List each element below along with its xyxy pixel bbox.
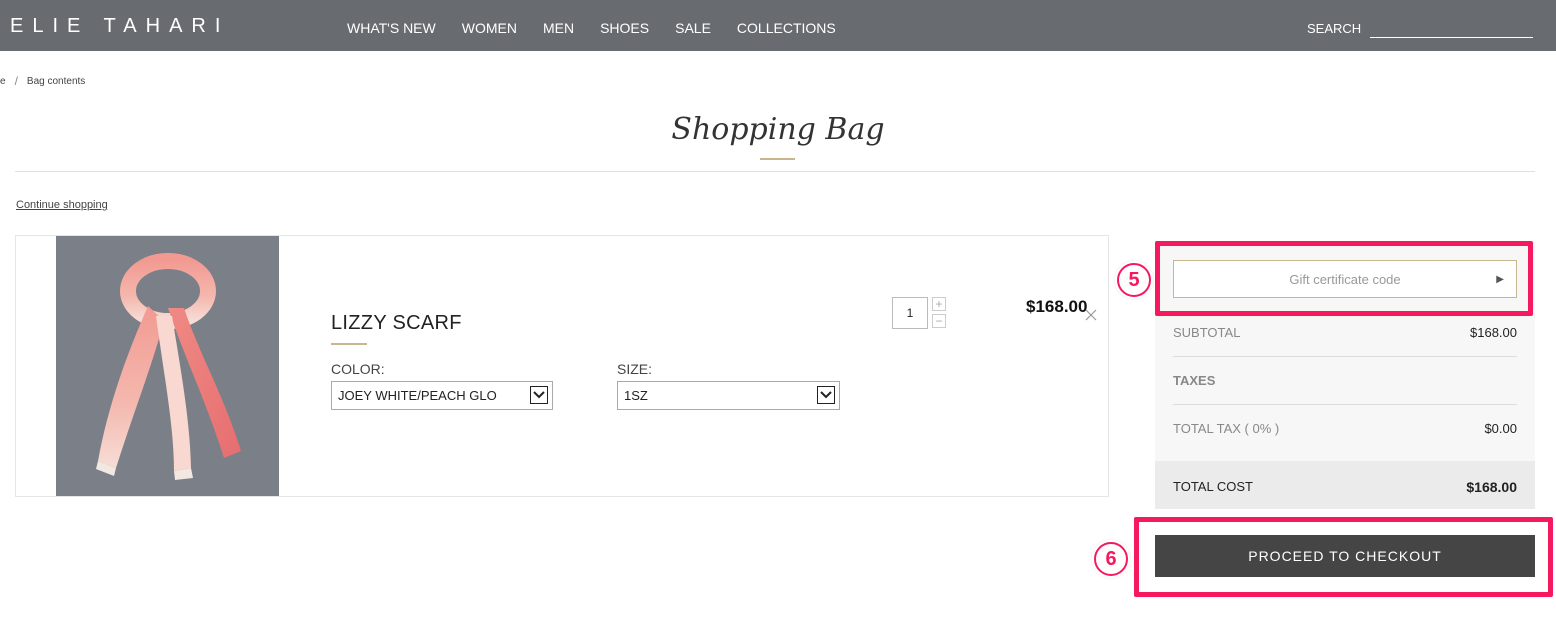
nav-item-sale[interactable]: SALE xyxy=(675,20,711,36)
chevron-down-icon xyxy=(817,386,835,404)
total-cost-row: TOTAL COST $168.00 xyxy=(1173,479,1517,495)
search-label: SEARCH xyxy=(1307,21,1362,36)
subtotal-value: $168.00 xyxy=(1470,325,1517,340)
search-input[interactable] xyxy=(1370,18,1533,38)
nav-item-whats-new[interactable]: WHAT'S NEW xyxy=(347,20,436,36)
quantity-input[interactable]: 1 xyxy=(892,297,928,329)
quantity-increase-button[interactable]: + xyxy=(932,297,946,311)
subtotal-row: SUBTOTAL $168.00 xyxy=(1173,325,1517,340)
breadcrumb-separator: / xyxy=(14,74,18,88)
color-label: COLOR: xyxy=(331,361,385,377)
total-tax-label: TOTAL TAX ( 0% ) xyxy=(1173,421,1280,436)
total-cost-label: TOTAL COST xyxy=(1173,479,1253,494)
product-name[interactable]: LIZZY SCARF xyxy=(331,312,462,335)
size-label: SIZE: xyxy=(617,361,653,377)
color-select-value: JOEY WHITE/PEACH GLO xyxy=(338,388,497,403)
title-underline xyxy=(760,158,795,160)
step-6-badge: 6 xyxy=(1094,542,1128,576)
checkout-highlight xyxy=(1134,517,1553,597)
taxes-heading: TAXES xyxy=(1173,373,1216,388)
close-icon[interactable] xyxy=(1084,308,1098,322)
product-name-underline xyxy=(331,343,367,345)
color-select[interactable]: JOEY WHITE/PEACH GLO xyxy=(331,381,553,410)
continue-shopping-link[interactable]: Continue shopping xyxy=(16,199,108,211)
subtotal-label: SUBTOTAL xyxy=(1173,325,1241,340)
nav-item-collections[interactable]: COLLECTIONS xyxy=(737,20,836,36)
total-cost-value: $168.00 xyxy=(1466,479,1517,495)
quantity-decrease-button[interactable]: − xyxy=(932,314,946,328)
nav-item-shoes[interactable]: SHOES xyxy=(600,20,649,36)
nav-item-women[interactable]: WOMEN xyxy=(462,20,517,36)
size-select-value: 1SZ xyxy=(624,388,648,403)
step-5-badge: 5 xyxy=(1117,263,1151,297)
total-tax-value: $0.00 xyxy=(1484,421,1517,436)
breadcrumb-current: Bag contents xyxy=(26,75,86,87)
nav-item-men[interactable]: MEN xyxy=(543,20,574,36)
page-title: Shopping Bag xyxy=(671,112,885,147)
title-divider xyxy=(15,171,1535,172)
main-nav: WHAT'S NEW WOMEN MEN SHOES SALE COLLECTI… xyxy=(347,20,862,36)
product-image[interactable] xyxy=(56,236,279,496)
cart-item: LIZZY SCARF COLOR: JOEY WHITE/PEACH GLO … xyxy=(15,235,1109,497)
breadcrumb: e / Bag contents xyxy=(0,74,85,88)
summary-divider xyxy=(1173,404,1517,405)
brand-logo[interactable]: ELIE TAHARI xyxy=(10,15,229,38)
total-tax-row: TOTAL TAX ( 0% ) $0.00 xyxy=(1173,421,1517,436)
scarf-image xyxy=(56,236,279,496)
size-select[interactable]: 1SZ xyxy=(617,381,840,410)
gift-code-highlight xyxy=(1155,241,1533,316)
chevron-down-icon xyxy=(530,386,548,404)
site-header: ELIE TAHARI WHAT'S NEW WOMEN MEN SHOES S… xyxy=(0,0,1556,51)
summary-divider xyxy=(1173,356,1517,357)
item-price: $168.00 xyxy=(1026,297,1088,316)
breadcrumb-home[interactable]: e xyxy=(0,76,6,87)
